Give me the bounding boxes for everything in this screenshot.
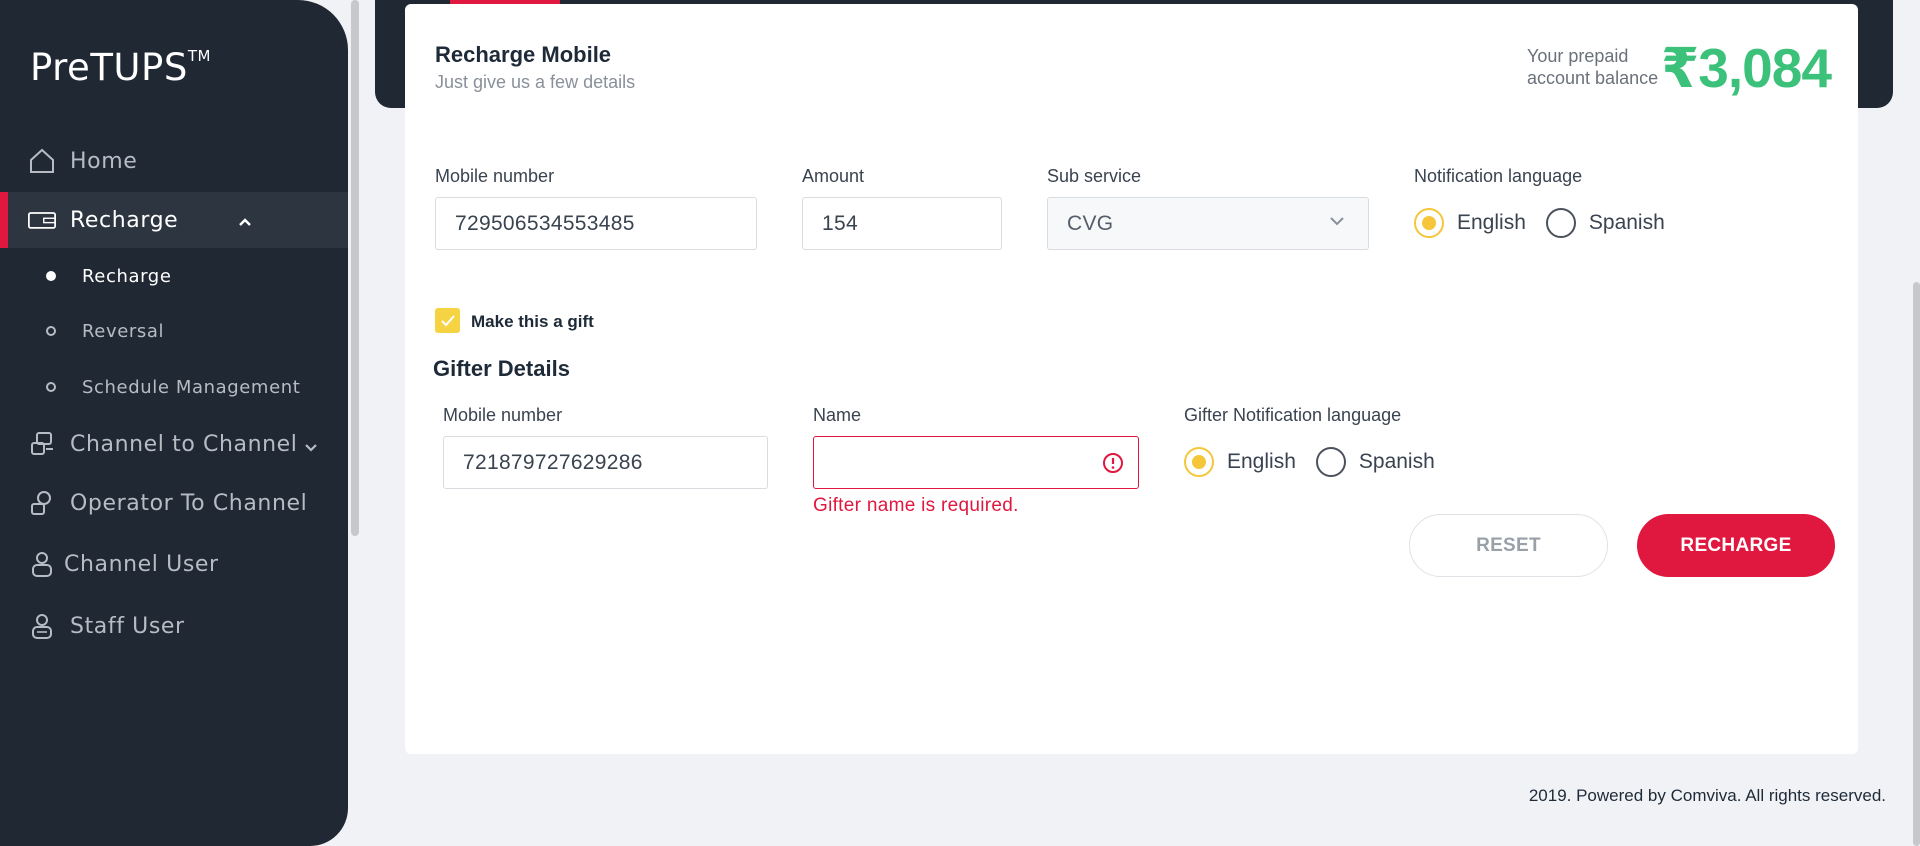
make-gift-label: Make this a gift	[471, 312, 594, 331]
chevron-up-icon[interactable]	[238, 210, 252, 235]
gifter-english-option[interactable]: English	[1184, 447, 1296, 477]
mobile-number-label: Mobile number	[435, 166, 555, 186]
make-gift-checkbox[interactable]	[435, 308, 460, 333]
radio-unselected-icon[interactable]	[1545, 208, 1576, 238]
radio-selected-icon[interactable]	[1184, 447, 1214, 477]
sub-service-label: Sub service	[1047, 166, 1142, 186]
reset-button[interactable]: RESET	[1409, 514, 1608, 577]
gifter-name-input[interactable]	[813, 436, 1139, 489]
balance-label: Your prepaid account balance	[1527, 46, 1659, 88]
mobile-number-input[interactable]: 729506534553485	[435, 197, 757, 250]
sidebar-item-operator-to-channel[interactable]: Operator To Channel	[0, 475, 348, 531]
sidebar-item-recharge[interactable]: Recharge	[0, 192, 348, 248]
gifter-notification-label: Gifter Notification language	[1184, 405, 1402, 425]
sidebar-item-label: Operator To Channel	[70, 490, 308, 516]
amount-value: 154	[822, 211, 858, 235]
page-subtitle: Just give us a few details	[435, 72, 636, 92]
error-icon	[1102, 452, 1124, 480]
gifter-mobile-input[interactable]: 721879727629286	[443, 436, 768, 489]
sidebar: PreTUPSTM Home Recharge Recharge Reversa…	[0, 0, 348, 846]
sidebar-subitem-schedule-management[interactable]: Schedule Management	[0, 367, 348, 407]
gifter-name-label: Name	[813, 405, 862, 425]
sidebar-subitem-label: Schedule Management	[82, 376, 301, 398]
radio-unselected-icon[interactable]	[1315, 447, 1346, 477]
recharge-card: Recharge Mobile Just give us a few detai…	[405, 4, 1858, 754]
mobile-number-value: 729506534553485	[455, 211, 635, 235]
sidebar-subitem-label: Reversal	[82, 320, 165, 342]
notification-language-label: Notification language	[1414, 166, 1583, 186]
recharge-button[interactable]: RECHARGE	[1637, 514, 1835, 577]
sidebar-item-channel-to-channel[interactable]: Channel to Channel	[0, 416, 348, 472]
gifter-mobile-label: Mobile number	[443, 405, 563, 425]
brand-logo[interactable]: PreTUPSTM	[30, 46, 211, 89]
gifter-notification-radio-group: English Spanish	[1184, 447, 1455, 477]
sidebar-item-staff-user[interactable]: Staff User	[0, 598, 348, 654]
sidebar-item-channel-user[interactable]: Channel User	[0, 536, 348, 592]
wallet-icon	[28, 206, 56, 234]
operator-icon	[28, 489, 56, 517]
user-icon	[28, 550, 56, 578]
bullet-icon	[46, 382, 56, 392]
radio-label: English	[1227, 450, 1296, 473]
sidebar-item-label: Staff User	[70, 613, 185, 639]
page-scrollbar-thumb[interactable]	[1913, 282, 1920, 846]
sidebar-item-label: Channel to Channel	[70, 431, 298, 457]
bullet-icon	[46, 326, 56, 336]
gifter-name-error: Gifter name is required.	[813, 495, 1019, 516]
radio-label: Spanish	[1588, 211, 1665, 234]
chevron-down-icon	[1328, 212, 1346, 236]
sidebar-subitem-recharge[interactable]: Recharge	[0, 256, 348, 296]
balance-value: ₹3,084	[1661, 37, 1832, 99]
sub-service-value: CVG	[1067, 211, 1114, 235]
radio-label: Spanish	[1358, 450, 1435, 473]
chevron-down-icon[interactable]	[304, 436, 318, 461]
amount-label: Amount	[802, 166, 865, 186]
gifter-spanish-option[interactable]: Spanish	[1315, 447, 1435, 477]
notification-language-radio-group: English Spanish	[1414, 208, 1685, 238]
sidebar-item-label: Home	[70, 148, 138, 174]
transfer-icon	[28, 430, 56, 458]
footer-text: 2019. Powered by Comviva. All rights res…	[1528, 786, 1886, 805]
sidebar-item-label: Channel User	[64, 551, 219, 577]
gifter-mobile-value: 721879727629286	[463, 450, 643, 474]
notification-spanish-option[interactable]: Spanish	[1545, 208, 1665, 238]
bullet-icon	[46, 271, 56, 281]
sidebar-subitem-reversal[interactable]: Reversal	[0, 311, 348, 351]
sidebar-scrollbar-thumb[interactable]	[351, 0, 359, 536]
home-icon	[28, 147, 56, 175]
amount-input[interactable]: 154	[802, 197, 1002, 250]
sidebar-item-label: Recharge	[70, 207, 179, 233]
sidebar-subitem-label: Recharge	[82, 265, 172, 287]
gifter-details-title: Gifter Details	[433, 356, 570, 381]
radio-label: English	[1457, 211, 1526, 234]
notification-english-option[interactable]: English	[1414, 208, 1526, 238]
check-icon	[440, 314, 455, 326]
page-title: Recharge Mobile	[435, 42, 612, 67]
staff-icon	[28, 612, 56, 640]
radio-selected-icon[interactable]	[1414, 208, 1444, 238]
sub-service-select[interactable]: CVG	[1047, 197, 1369, 250]
sidebar-item-home[interactable]: Home	[0, 133, 348, 189]
